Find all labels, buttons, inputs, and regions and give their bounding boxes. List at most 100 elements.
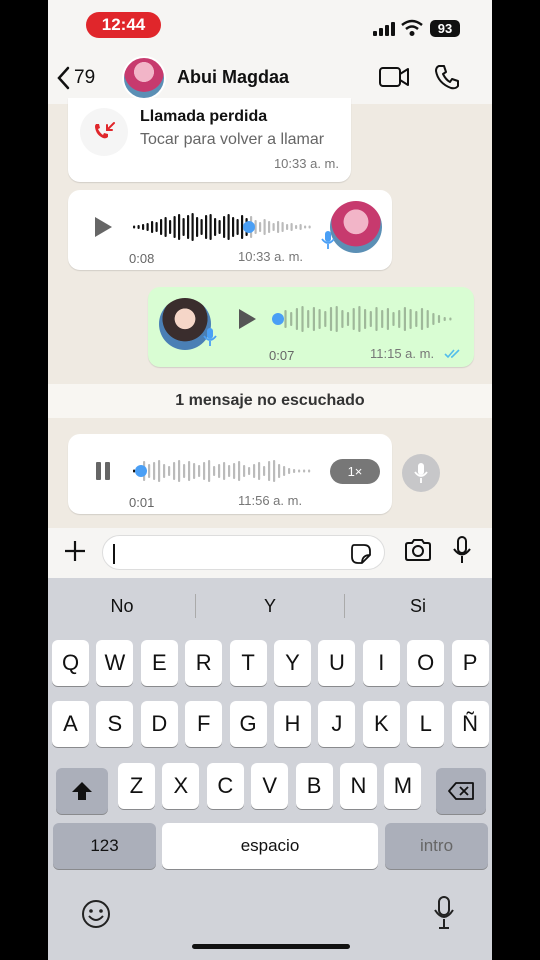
key-q[interactable]: Q bbox=[52, 640, 89, 686]
waveform-bar bbox=[426, 310, 429, 328]
key-k[interactable]: K bbox=[362, 701, 400, 747]
chevron-left-icon bbox=[57, 66, 70, 90]
waveform-bar bbox=[409, 309, 412, 329]
plus-icon[interactable] bbox=[62, 538, 88, 564]
key-u[interactable]: U bbox=[318, 640, 356, 686]
key-f[interactable]: F bbox=[185, 701, 223, 747]
dictation-mic-icon[interactable] bbox=[433, 896, 455, 930]
key-z[interactable]: Z bbox=[118, 763, 155, 809]
waveform-bar bbox=[272, 223, 275, 231]
suggestion[interactable]: No bbox=[48, 578, 196, 633]
microphone-icon[interactable] bbox=[452, 536, 472, 564]
key-m[interactable]: M bbox=[384, 763, 422, 809]
key-g[interactable]: G bbox=[229, 701, 267, 747]
voice-waveform[interactable] bbox=[132, 212, 312, 242]
waveform-bar bbox=[164, 217, 167, 237]
key-b[interactable]: B bbox=[295, 763, 333, 809]
playback-speed-button[interactable]: 1× bbox=[330, 459, 380, 484]
waveform-bar bbox=[148, 464, 151, 478]
key-j[interactable]: J bbox=[318, 701, 356, 747]
phone-call-icon[interactable] bbox=[434, 64, 460, 90]
missed-call-bubble[interactable]: Llamada perdida Tocar para volver a llam… bbox=[68, 98, 351, 182]
voice-record-button[interactable] bbox=[402, 454, 440, 492]
waveform-bar bbox=[263, 219, 266, 235]
waveform-bar bbox=[290, 223, 293, 231]
waveform-bar bbox=[312, 307, 315, 331]
read-ticks-icon bbox=[444, 349, 460, 359]
scrubber-handle[interactable] bbox=[135, 465, 147, 477]
waveform-bar bbox=[288, 468, 291, 474]
key-c[interactable]: C bbox=[206, 763, 244, 809]
sender-avatar bbox=[330, 201, 382, 253]
key-x[interactable]: X bbox=[162, 763, 200, 809]
scrubber-handle[interactable] bbox=[243, 221, 255, 233]
space-key[interactable]: espacio bbox=[162, 823, 378, 869]
video-call-icon[interactable] bbox=[378, 64, 410, 90]
key-l[interactable]: L bbox=[407, 701, 445, 747]
waveform-bar bbox=[188, 461, 191, 481]
contact-avatar[interactable] bbox=[122, 56, 166, 100]
play-icon[interactable] bbox=[236, 307, 258, 331]
voice-waveform[interactable] bbox=[132, 456, 312, 486]
key-h[interactable]: H bbox=[274, 701, 311, 747]
emoji-icon[interactable] bbox=[80, 898, 112, 930]
waveform-bar bbox=[304, 225, 307, 229]
key-s[interactable]: S bbox=[96, 701, 134, 747]
divider bbox=[195, 594, 196, 618]
status-time: 12:44 bbox=[86, 12, 161, 38]
key-n[interactable]: N bbox=[340, 763, 377, 809]
voice-duration: 0:07 bbox=[269, 348, 295, 363]
key-a[interactable]: A bbox=[52, 701, 89, 747]
waveform-bar bbox=[449, 317, 452, 321]
waveform-bar bbox=[160, 219, 163, 235]
waveform-bar bbox=[228, 465, 231, 477]
waveform-bar bbox=[308, 225, 311, 229]
key-d[interactable]: D bbox=[140, 701, 178, 747]
suggestion[interactable]: Y bbox=[196, 578, 344, 633]
pause-icon[interactable] bbox=[94, 461, 112, 481]
shift-key[interactable] bbox=[56, 768, 108, 814]
sticker-icon[interactable] bbox=[350, 543, 372, 565]
contact-name[interactable]: Abui Magdaa bbox=[177, 67, 289, 88]
waveform-bar bbox=[227, 214, 230, 240]
waveform-bar bbox=[415, 311, 418, 327]
voice-duration: 0:08 bbox=[129, 251, 155, 266]
key-p[interactable]: P bbox=[451, 640, 489, 686]
key-ñ[interactable]: Ñ bbox=[451, 701, 489, 747]
waveform-bar bbox=[178, 214, 181, 240]
waveform-bar bbox=[308, 469, 311, 473]
back-button[interactable]: 79 bbox=[56, 64, 95, 92]
waveform-bar bbox=[295, 225, 298, 229]
waveform-bar bbox=[133, 225, 136, 229]
waveform-bar bbox=[243, 465, 246, 477]
waveform-bar bbox=[155, 222, 158, 232]
waveform-bar bbox=[303, 469, 306, 473]
numbers-key[interactable]: 123 bbox=[53, 823, 156, 869]
message-input[interactable] bbox=[102, 535, 385, 570]
waveform-bar bbox=[191, 213, 194, 241]
delete-key[interactable] bbox=[436, 768, 486, 814]
key-o[interactable]: O bbox=[407, 640, 445, 686]
key-e[interactable]: E bbox=[140, 640, 178, 686]
waveform-bar bbox=[293, 469, 296, 473]
key-i[interactable]: I bbox=[362, 640, 400, 686]
waveform-bar bbox=[198, 465, 201, 477]
key-w[interactable]: W bbox=[96, 640, 134, 686]
return-key[interactable]: intro bbox=[385, 823, 488, 869]
backspace-icon bbox=[448, 782, 474, 800]
scrubber-handle[interactable] bbox=[272, 313, 284, 325]
key-t[interactable]: T bbox=[229, 640, 267, 686]
waveform-bar bbox=[183, 464, 186, 478]
voice-waveform[interactable] bbox=[272, 304, 454, 334]
key-r[interactable]: R bbox=[185, 640, 223, 686]
battery-indicator: 93 bbox=[430, 20, 460, 37]
camera-icon[interactable] bbox=[404, 538, 432, 562]
key-y[interactable]: Y bbox=[274, 640, 311, 686]
waveform-bar bbox=[420, 308, 424, 330]
suggestion[interactable]: Si bbox=[344, 578, 492, 633]
play-icon[interactable] bbox=[92, 215, 114, 239]
key-v[interactable]: V bbox=[251, 763, 289, 809]
waveform-bar bbox=[298, 469, 301, 473]
message-composer bbox=[48, 528, 492, 578]
waveform-bar bbox=[437, 315, 441, 323]
